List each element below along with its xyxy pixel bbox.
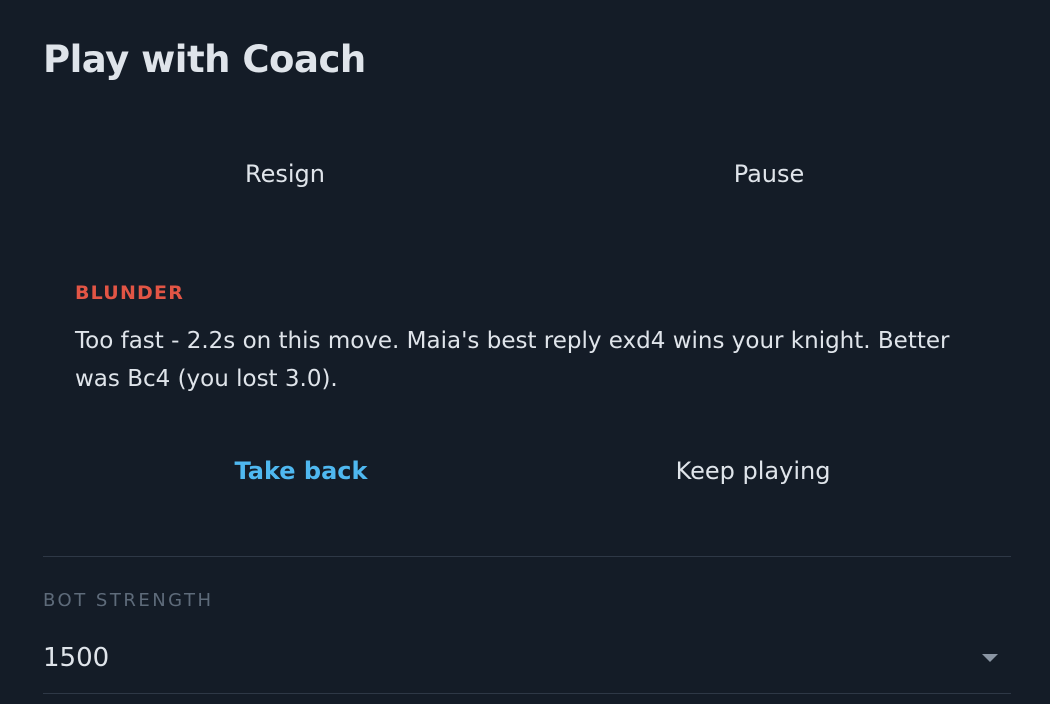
section-divider xyxy=(43,556,1011,557)
resign-button[interactable]: Resign xyxy=(43,150,527,198)
game-controls: Resign Pause xyxy=(43,150,1011,198)
move-verdict-badge: BLUNDER xyxy=(75,282,185,304)
feedback-actions: Take back Keep playing xyxy=(75,447,979,495)
page-title: Play with Coach xyxy=(43,38,366,81)
feedback-message: Too fast - 2.2s on this move. Maia's bes… xyxy=(75,328,950,392)
caret-down-icon xyxy=(982,654,998,662)
bot-strength-label: BOT STRENGTH xyxy=(43,590,214,611)
bot-strength-select[interactable]: 1500 xyxy=(43,633,1011,694)
keep-playing-button[interactable]: Keep playing xyxy=(527,447,979,495)
take-back-button[interactable]: Take back xyxy=(75,447,527,495)
coach-panel: Play with Coach Resign Pause BLUNDER Too… xyxy=(0,0,1050,704)
bot-strength-value: 1500 xyxy=(43,643,110,673)
pause-button[interactable]: Pause xyxy=(527,150,1011,198)
